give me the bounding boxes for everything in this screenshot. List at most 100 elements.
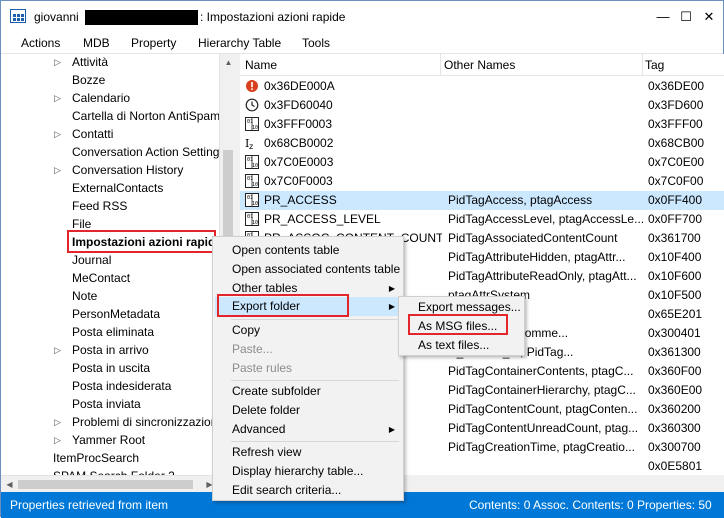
tag-cell: 0x7C0F00 — [648, 174, 704, 188]
list-header: Name Other Names Tag — [240, 54, 724, 76]
tree-item[interactable]: Posta eliminata — [72, 323, 154, 341]
table-row[interactable]: 0x3FD60040 0x3FD600 — [240, 96, 724, 115]
maximize-button[interactable]: ☐ — [676, 7, 696, 27]
tree-item[interactable]: Posta in uscita — [72, 359, 150, 377]
menu-hierarchy-table[interactable]: Hierarchy Table — [198, 36, 281, 50]
column-divider[interactable] — [440, 54, 441, 76]
menu-item-as-text-files[interactable]: As text files... — [401, 336, 522, 355]
property-name-cell: PR_ACCESS_LEVEL — [264, 212, 381, 226]
title-bar: giovanni : Impostazioni azioni rapide — … — [1, 1, 723, 32]
tree-item[interactable]: Conversation Action Settings — [72, 143, 219, 161]
expand-arrow-icon[interactable]: ▷ — [54, 93, 61, 104]
tree-item[interactable]: PersonMetadata — [72, 305, 160, 323]
redacted-block — [85, 10, 198, 25]
svg-text:z: z — [249, 142, 253, 150]
scroll-left-icon[interactable]: ◀ — [1, 476, 18, 493]
menu-property[interactable]: Property — [131, 36, 176, 50]
minimize-button[interactable]: — — [653, 7, 673, 27]
tree-item[interactable]: MeContact — [72, 269, 130, 287]
tag-cell: 0x10F500 — [648, 288, 702, 302]
tag-cell: 0x361300 — [648, 345, 701, 359]
folder-tree: ▷ Attività Bozze ▷ Calendario Cartella di Nor… — [1, 54, 219, 475]
tree-item[interactable]: Posta indesiderata — [72, 377, 171, 395]
tree-item[interactable]: Journal — [72, 251, 111, 269]
menu-item-delete-folder[interactable]: Delete folder — [215, 401, 401, 420]
tag-cell: 0x3FFF00 — [648, 117, 703, 131]
column-divider[interactable] — [642, 54, 643, 76]
expand-arrow-icon[interactable]: ▷ — [54, 345, 61, 356]
tree-item[interactable]: Conversation History — [72, 161, 183, 179]
expand-arrow-icon[interactable]: ▷ — [54, 417, 61, 428]
column-header-tag[interactable]: Tag — [645, 58, 664, 72]
tree-item[interactable]: ItemProcSearch — [53, 449, 139, 467]
tree-item[interactable]: Bozze — [72, 71, 105, 89]
expand-arrow-icon[interactable]: ▷ — [54, 165, 61, 176]
property-name-cell: 0x68CB0002 — [264, 136, 334, 150]
tree-item[interactable]: SPAM Search Folder 2 — [53, 467, 175, 475]
tree-item[interactable]: Note — [72, 287, 97, 305]
binary-icon: 0110 — [245, 117, 259, 131]
tag-cell: 0x360200 — [648, 402, 701, 416]
menu-mdb[interactable]: MDB — [83, 36, 110, 50]
tree-item[interactable]: Calendario — [72, 89, 130, 107]
table-row[interactable]: 0x36DE000A 0x36DE00 — [240, 77, 724, 96]
tree-item[interactable]: Attività — [72, 54, 108, 71]
highlight-export-folder — [217, 294, 349, 317]
tree-item[interactable]: Contatti — [72, 125, 113, 143]
tag-cell: 0x65E201 — [648, 307, 703, 321]
scroll-up-icon[interactable]: ▲ — [220, 54, 237, 71]
other-names-cell: PidTagAttributeReadOnly, ptagAtt... — [448, 269, 637, 283]
table-row[interactable]: 01 10 0x7C0F0003 0x7C0F00 — [240, 172, 724, 191]
table-row[interactable]: 01 10 0x7C0E0003 0x7C0E00 — [240, 153, 724, 172]
menu-item-open-associated-contents-table[interactable]: Open associated contents table — [215, 260, 401, 279]
menu-item-paste-rules[interactable]: Paste rules — [215, 359, 401, 378]
menu-item-refresh-view[interactable]: Refresh view — [215, 443, 401, 462]
table-row[interactable]: 01 10 0x3FFF0003 0x3FFF00 — [240, 115, 724, 134]
column-header-other-names[interactable]: Other Names — [444, 58, 515, 72]
table-row[interactable]: 01 10 PR_ACCESS PidTagAccess, ptagAccess 0x0… — [240, 191, 724, 210]
svg-text:10: 10 — [252, 182, 258, 188]
other-names-cell: PidTagAssociatedContentCount — [448, 231, 618, 245]
other-names-cell: PidTagContainerHierarchy, ptagC... — [448, 383, 636, 397]
tree-item[interactable]: Posta inviata — [72, 395, 141, 413]
tree-item[interactable]: Yammer Root — [72, 431, 145, 449]
scrollbar-thumb-horizontal[interactable] — [18, 480, 193, 489]
property-name-cell: 0x36DE000A — [264, 79, 335, 93]
tree-item[interactable]: Feed RSS — [72, 197, 127, 215]
menu-item-create-subfolder[interactable]: Create subfolder — [215, 382, 401, 401]
tree-item[interactable]: ExternalContacts — [72, 179, 163, 197]
svg-text:10: 10 — [252, 220, 258, 226]
menu-tools[interactable]: Tools — [302, 36, 330, 50]
menu-item-display-hierarchy-table[interactable]: Display hierarchy table... — [215, 462, 401, 481]
menu-item-advanced[interactable]: Advanced ▶ — [215, 420, 401, 439]
tree-item[interactable]: Cartella di Norton AntiSpam — [72, 107, 219, 125]
table-row[interactable]: 01 10 PR_ACCESS_LEVEL PidTagAccessLevel, pt… — [240, 210, 724, 229]
other-names-cell: PidTagContentCount, ptagConten... — [448, 402, 638, 416]
tree-item[interactable]: Posta in arrivo — [72, 341, 149, 359]
property-name-cell: 0x3FD60040 — [264, 98, 333, 112]
menu-item-edit-search-criteria[interactable]: Edit search criteria... — [215, 481, 401, 500]
tag-cell: 0x10F400 — [648, 250, 702, 264]
expand-arrow-icon[interactable]: ▷ — [54, 57, 61, 68]
svg-text:10: 10 — [252, 163, 258, 169]
menu-item-open-contents-table[interactable]: Open contents table — [215, 241, 401, 260]
menu-item-copy[interactable]: Copy — [215, 321, 401, 340]
close-button[interactable]: ✕ — [699, 7, 719, 27]
status-contents: Contents: 0 — [469, 498, 531, 512]
menu-item-paste[interactable]: Paste... — [215, 340, 401, 359]
tag-cell: 0x0E5801 — [648, 459, 703, 473]
expand-arrow-icon[interactable]: ▷ — [54, 129, 61, 140]
binary-icon: 0110 — [245, 193, 259, 207]
tag-cell: 0x360F00 — [648, 364, 702, 378]
tag-cell: 0x300401 — [648, 326, 701, 340]
menu-actions[interactable]: Actions — [21, 36, 60, 50]
property-name-cell: 0x7C0E0003 — [264, 155, 334, 169]
table-row[interactable]: Iz 0x68CB0002 0x68CB00 — [240, 134, 724, 153]
property-name-cell: PR_ACCESS — [264, 193, 337, 207]
tree-item[interactable]: Problemi di sincronizzazione — [72, 413, 219, 431]
column-header-name[interactable]: Name — [245, 58, 277, 72]
tree-horizontal-scrollbar[interactable]: ◀ ▶ — [1, 475, 219, 492]
expand-arrow-icon[interactable]: ▷ — [54, 435, 61, 446]
submenu-arrow-icon: ▶ — [388, 284, 395, 293]
menu-bar: Actions MDB Property Hierarchy Table Too… — [1, 33, 723, 53]
